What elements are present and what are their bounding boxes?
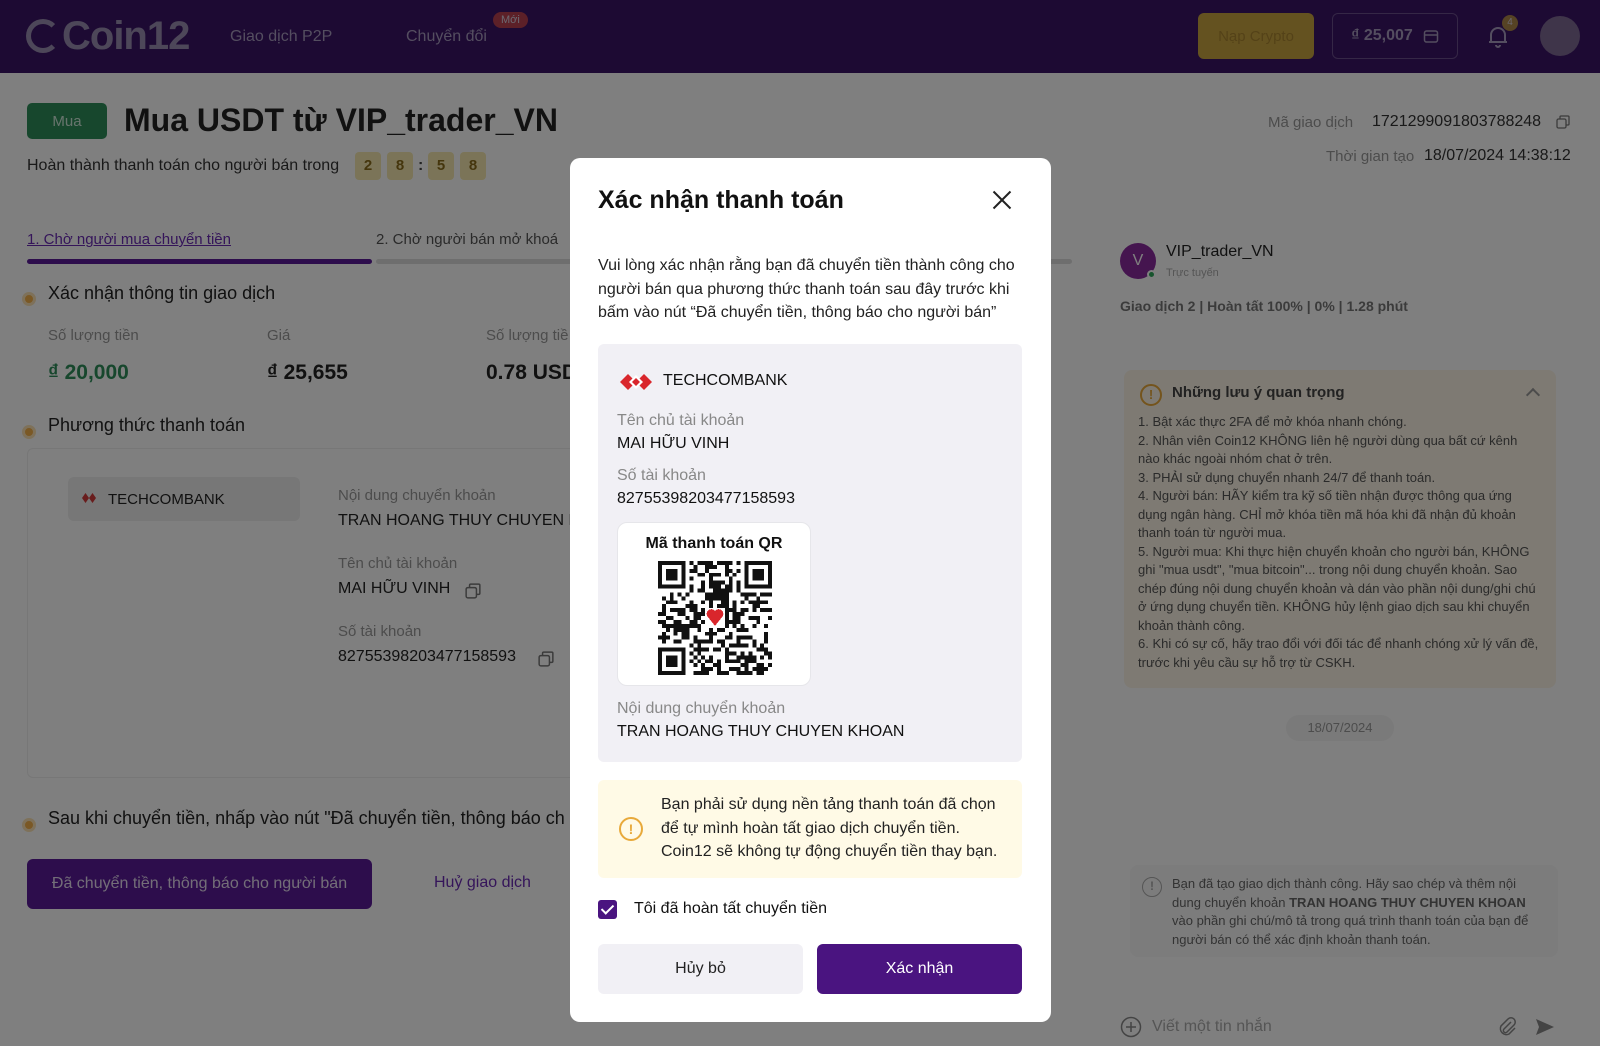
transfer-note-value: TRAN HOANG THUY CHUYEN KHOAN [617,723,905,740]
qr-card: Mã thanh toán QR [617,522,811,686]
warning-text: Bạn phải sử dụng nền tảng thanh toán đã … [661,796,998,860]
techcombank-logo-icon [620,374,652,390]
cancel-button[interactable]: Hủy bỏ [598,944,803,994]
transfer-completed-checkbox[interactable] [598,900,617,919]
qr-code-icon[interactable] [658,561,772,675]
transfer-note-label: Nội dung chuyển khoản [617,700,786,717]
bank-details-box: TECHCOMBANK Tên chủ tài khoản MAI HỮU VI… [598,344,1022,762]
holder-value: MAI HỮU VINH [617,435,730,452]
modal-title: Xác nhận thanh toán [598,186,844,214]
account-label: Số tài khoản [617,467,706,484]
account-value: 82755398203477158593 [617,490,795,507]
checkbox-label[interactable]: Tôi đã hoàn tất chuyển tiền [634,900,827,918]
bank-name: TECHCOMBANK [663,372,788,389]
warning-icon: ! [619,817,643,841]
warning-box: ! Bạn phải sử dụng nền tảng thanh toán đ… [598,780,1022,878]
confirm-button[interactable]: Xác nhận [817,944,1022,994]
modal-description: Vui lòng xác nhận rằng bạn đã chuyển tiề… [598,257,1015,321]
holder-label: Tên chủ tài khoản [617,412,745,429]
qr-title: Mã thanh toán QR [645,535,783,552]
close-icon[interactable] [990,188,1014,212]
confirm-payment-modal: Xác nhận thanh toán Vui lòng xác nhận rằ… [570,158,1051,1022]
